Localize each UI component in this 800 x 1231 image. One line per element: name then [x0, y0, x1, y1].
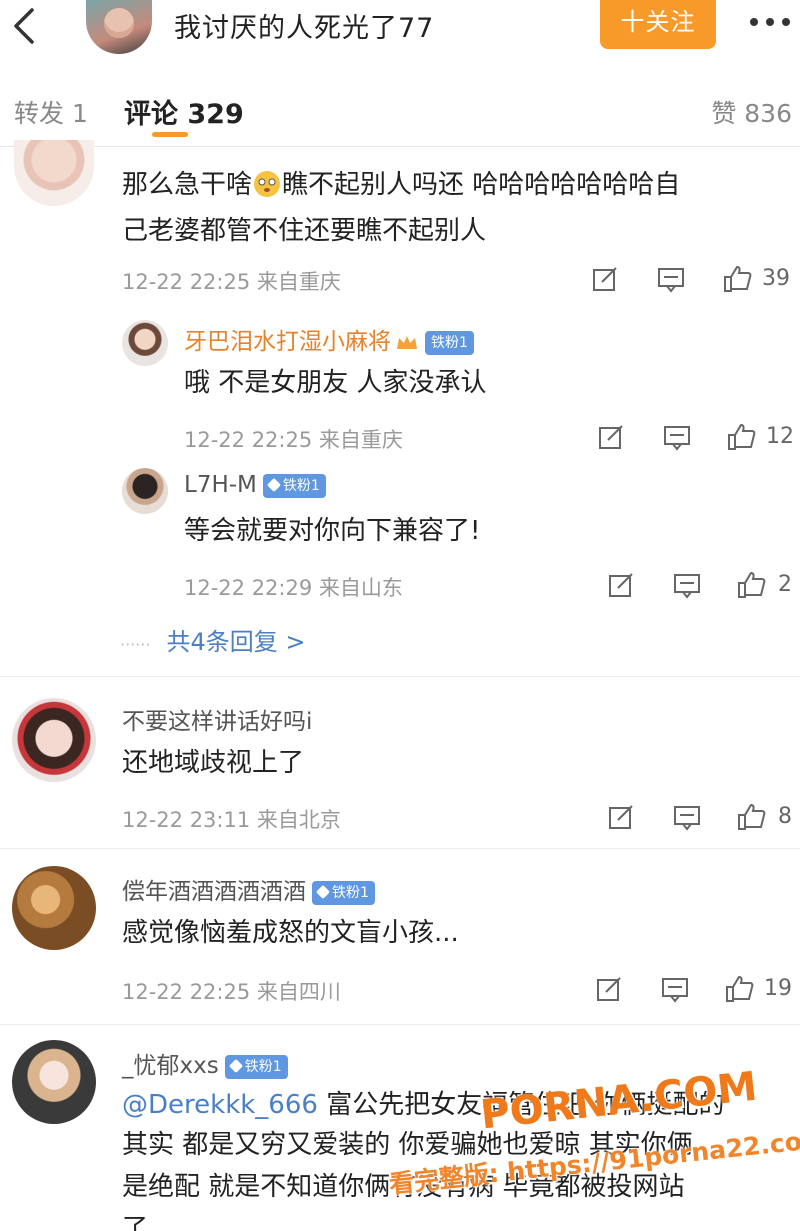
divider — [0, 1024, 800, 1025]
comment-text: 是绝配 就是不知道你俩有没有病 毕竟都被投网站 — [122, 1172, 685, 1202]
thumbs-up-icon[interactable] — [726, 422, 756, 452]
top-bar: 我讨厌的人死光了77 十关注 — [0, 0, 800, 60]
comment-text: 那么急干啥 — [122, 170, 253, 200]
username[interactable]: 偿年酒酒酒酒酒酒 铁粉1 — [122, 872, 375, 906]
username-text[interactable]: 偿年酒酒酒酒酒酒 — [122, 879, 306, 905]
comment-meta: 12-22 22:25 来自重庆 — [122, 270, 341, 294]
active-tab-indicator — [152, 132, 188, 137]
more-replies-text[interactable]: 共4条回复 > — [167, 628, 306, 656]
username[interactable]: L7H-M 铁粉1 — [184, 472, 326, 498]
tab-repost[interactable]: 转发 1 — [14, 94, 88, 130]
user-avatar[interactable] — [122, 468, 168, 514]
crown-icon — [397, 335, 417, 349]
thumbs-up-icon[interactable] — [722, 264, 752, 294]
like-count: 12 — [766, 424, 794, 449]
comment-icon[interactable] — [660, 974, 690, 1004]
divider — [0, 676, 800, 677]
page-title: 我讨厌的人死光了77 — [174, 13, 435, 44]
username[interactable]: 牙巴泪水打湿小麻将 铁粉1 — [184, 322, 474, 356]
thumbs-up-icon[interactable] — [736, 802, 766, 832]
reply-meta: 12-22 22:29 来自山东 — [184, 576, 403, 600]
comment-text: 己老婆都管不住还要瞧不起别人 — [122, 216, 487, 246]
fan-badge: 铁粉1 — [312, 880, 375, 905]
reply-text: 哦 不是女朋友 人家没承认 — [184, 368, 487, 398]
share-icon[interactable] — [606, 570, 636, 600]
more-options-icon[interactable] — [748, 12, 792, 32]
share-icon[interactable] — [596, 422, 626, 452]
share-icon[interactable] — [594, 974, 624, 1004]
tab-bar: 转发 1 评论 329 赞 836 — [0, 80, 800, 140]
user-avatar[interactable] — [12, 866, 96, 950]
back-arrow-icon[interactable] — [10, 4, 40, 48]
like-count: 2 — [778, 572, 792, 597]
username-text[interactable]: _忧郁xxs — [122, 1053, 219, 1079]
comment-meta: 12-22 22:25 来自四川 — [122, 980, 341, 1004]
tab-like[interactable]: 赞 836 — [711, 94, 792, 130]
comment-text: 富公先把女友福管住吧 你俩挺配的 — [317, 1090, 725, 1120]
comment-meta: 12-22 23:11 来自北京 — [122, 808, 341, 832]
like-count: 39 — [762, 266, 790, 291]
fan-badge: 铁粉1 — [262, 473, 326, 498]
user-avatar[interactable] — [12, 698, 96, 782]
comment-text: 其实 都是又穷又爱装的 你爱骗她也爱晾 其实你俩 — [122, 1130, 693, 1160]
comment-text: 了 — [122, 1214, 149, 1231]
reply-meta: 12-22 22:25 来自重庆 — [184, 428, 403, 452]
mention-link[interactable]: @Derekkk_666 — [122, 1090, 318, 1120]
user-avatar[interactable] — [12, 1040, 96, 1124]
fan-badge: 铁粉1 — [224, 1054, 288, 1079]
dots-separator: ······ — [120, 635, 151, 654]
comment-text: 感觉像恼羞成怒的文盲小孩... — [122, 918, 459, 948]
emoji-icon — [254, 171, 281, 197]
username[interactable]: _忧郁xxs 铁粉1 — [122, 1046, 288, 1080]
divider — [0, 146, 800, 147]
comment-icon[interactable] — [656, 264, 686, 294]
share-icon[interactable] — [606, 802, 636, 832]
thumbs-up-icon[interactable] — [736, 570, 766, 600]
more-replies-link[interactable]: ······ 共4条回复 > — [120, 622, 306, 657]
comment-icon[interactable] — [662, 422, 692, 452]
reply-text: 等会就要对你向下兼容了! — [184, 516, 481, 546]
comment-icon[interactable] — [672, 802, 702, 832]
action-bar: 39 — [590, 264, 800, 294]
action-bar: 2 — [606, 570, 800, 600]
comment-icon[interactable] — [672, 570, 702, 600]
tab-comment[interactable]: 评论 329 — [124, 92, 244, 131]
divider — [0, 848, 800, 849]
like-count: 8 — [778, 804, 792, 829]
username[interactable]: 不要这样讲话好吗i — [122, 702, 312, 736]
user-avatar[interactable] — [122, 320, 168, 366]
username-text[interactable]: L7H-M — [184, 472, 257, 498]
author-avatar[interactable] — [86, 0, 152, 54]
username-text[interactable]: 牙巴泪水打湿小麻将 — [184, 329, 391, 355]
fan-badge: 铁粉1 — [425, 330, 474, 355]
like-count: 19 — [764, 976, 792, 1001]
share-icon[interactable] — [590, 264, 620, 294]
comment-text: 还地域歧视上了 — [122, 748, 305, 778]
comment-text: 瞧不起别人吗还 哈哈哈哈哈哈哈自 — [282, 170, 681, 200]
user-avatar[interactable] — [14, 140, 94, 206]
action-bar: 12 — [596, 422, 800, 452]
action-bar: 19 — [594, 974, 800, 1004]
action-bar: 8 — [606, 802, 800, 832]
follow-button[interactable]: 十关注 — [600, 0, 716, 49]
thumbs-up-icon[interactable] — [724, 974, 754, 1004]
